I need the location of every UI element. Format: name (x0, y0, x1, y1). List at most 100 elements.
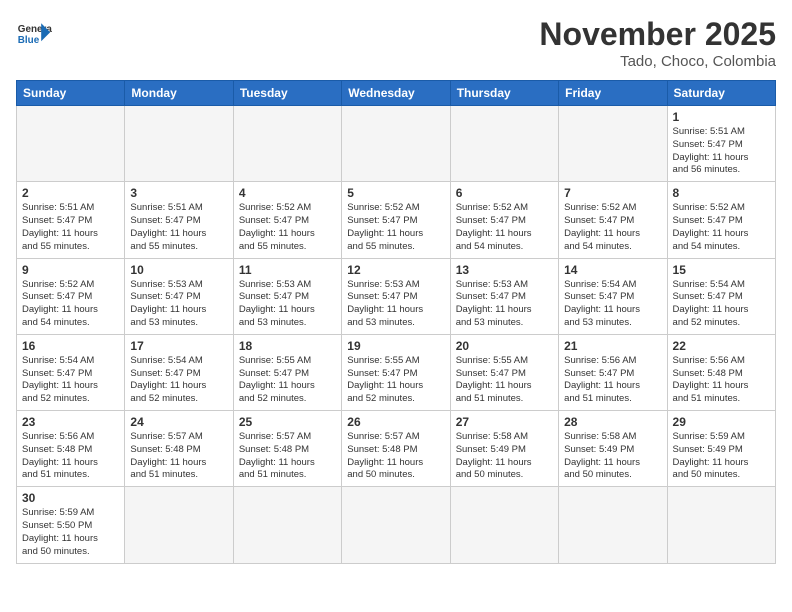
day-number: 29 (673, 415, 770, 429)
day-info: Sunrise: 5:52 AM Sunset: 5:47 PM Dayligh… (673, 202, 770, 253)
logo: General Blue (16, 16, 52, 52)
day-number: 15 (673, 263, 770, 277)
calendar-week-row: 9 Sunrise: 5:52 AM Sunset: 5:47 PM Daylig… (17, 258, 776, 334)
calendar-cell: 27 Sunrise: 5:58 AM Sunset: 5:49 PM Dayli… (450, 411, 558, 487)
calendar-cell: 14 Sunrise: 5:54 AM Sunset: 5:47 PM Dayli… (559, 258, 667, 334)
day-info: Sunrise: 5:52 AM Sunset: 5:47 PM Dayligh… (456, 202, 553, 253)
calendar-cell (125, 487, 233, 563)
calendar-week-row: 23 Sunrise: 5:56 AM Sunset: 5:48 PM Dayli… (17, 411, 776, 487)
calendar-cell (667, 487, 775, 563)
day-info: Sunrise: 5:51 AM Sunset: 5:47 PM Dayligh… (673, 126, 770, 177)
calendar-cell: 30Sunrise: 5:59 AM Sunset: 5:50 PM Dayli… (17, 487, 125, 563)
day-info: Sunrise: 5:54 AM Sunset: 5:47 PM Dayligh… (564, 279, 661, 330)
calendar-week-row: 16Sunrise: 5:54 AM Sunset: 5:47 PM Dayli… (17, 334, 776, 410)
day-info: Sunrise: 5:53 AM Sunset: 5:47 PM Dayligh… (239, 279, 336, 330)
day-info: Sunrise: 5:58 AM Sunset: 5:49 PM Dayligh… (456, 431, 553, 482)
weekday-header-monday: Monday (125, 81, 233, 106)
calendar-week-row: 30Sunrise: 5:59 AM Sunset: 5:50 PM Dayli… (17, 487, 776, 563)
weekday-header-tuesday: Tuesday (233, 81, 341, 106)
day-info: Sunrise: 5:53 AM Sunset: 5:47 PM Dayligh… (456, 279, 553, 330)
day-info: Sunrise: 5:56 AM Sunset: 5:47 PM Dayligh… (564, 355, 661, 406)
day-info: Sunrise: 5:52 AM Sunset: 5:47 PM Dayligh… (564, 202, 661, 253)
day-info: Sunrise: 5:52 AM Sunset: 5:47 PM Dayligh… (22, 279, 119, 330)
day-number: 14 (564, 263, 661, 277)
day-number: 18 (239, 339, 336, 353)
day-info: Sunrise: 5:59 AM Sunset: 5:50 PM Dayligh… (22, 507, 119, 558)
day-number: 27 (456, 415, 553, 429)
logo-icon: General Blue (16, 16, 52, 52)
calendar-cell: 16Sunrise: 5:54 AM Sunset: 5:47 PM Dayli… (17, 334, 125, 410)
calendar-cell (233, 106, 341, 182)
calendar-cell (342, 487, 450, 563)
calendar-cell: 12Sunrise: 5:53 AM Sunset: 5:47 PM Dayli… (342, 258, 450, 334)
month-title: November 2025 (539, 16, 776, 53)
calendar-cell: 13Sunrise: 5:53 AM Sunset: 5:47 PM Dayli… (450, 258, 558, 334)
day-number: 1 (673, 110, 770, 124)
calendar-cell: 28 Sunrise: 5:58 AM Sunset: 5:49 PM Dayli… (559, 411, 667, 487)
calendar-cell: 25 Sunrise: 5:57 AM Sunset: 5:48 PM Dayli… (233, 411, 341, 487)
calendar-cell: 17Sunrise: 5:54 AM Sunset: 5:47 PM Dayli… (125, 334, 233, 410)
day-number: 4 (239, 186, 336, 200)
day-info: Sunrise: 5:57 AM Sunset: 5:48 PM Dayligh… (347, 431, 444, 482)
day-number: 20 (456, 339, 553, 353)
calendar-cell: 22Sunrise: 5:56 AM Sunset: 5:48 PM Dayli… (667, 334, 775, 410)
day-info: Sunrise: 5:55 AM Sunset: 5:47 PM Dayligh… (239, 355, 336, 406)
day-number: 24 (130, 415, 227, 429)
calendar-cell (125, 106, 233, 182)
calendar-cell (559, 106, 667, 182)
calendar-cell (17, 106, 125, 182)
calendar-cell: 21 Sunrise: 5:56 AM Sunset: 5:47 PM Dayli… (559, 334, 667, 410)
calendar-cell (233, 487, 341, 563)
day-info: Sunrise: 5:52 AM Sunset: 5:47 PM Dayligh… (239, 202, 336, 253)
calendar-cell: 5Sunrise: 5:52 AM Sunset: 5:47 PM Daylig… (342, 182, 450, 258)
day-number: 22 (673, 339, 770, 353)
day-info: Sunrise: 5:51 AM Sunset: 5:47 PM Dayligh… (130, 202, 227, 253)
day-info: Sunrise: 5:59 AM Sunset: 5:49 PM Dayligh… (673, 431, 770, 482)
day-info: Sunrise: 5:54 AM Sunset: 5:47 PM Dayligh… (130, 355, 227, 406)
weekday-header-friday: Friday (559, 81, 667, 106)
calendar-cell: 2Sunrise: 5:51 AM Sunset: 5:47 PM Daylig… (17, 182, 125, 258)
calendar-cell (342, 106, 450, 182)
day-info: Sunrise: 5:54 AM Sunset: 5:47 PM Dayligh… (673, 279, 770, 330)
calendar-cell: 20Sunrise: 5:55 AM Sunset: 5:47 PM Dayli… (450, 334, 558, 410)
calendar-cell: 24 Sunrise: 5:57 AM Sunset: 5:48 PM Dayli… (125, 411, 233, 487)
day-info: Sunrise: 5:53 AM Sunset: 5:47 PM Dayligh… (130, 279, 227, 330)
calendar-cell: 10 Sunrise: 5:53 AM Sunset: 5:47 PM Dayli… (125, 258, 233, 334)
calendar-cell: 8 Sunrise: 5:52 AM Sunset: 5:47 PM Daylig… (667, 182, 775, 258)
day-number: 21 (564, 339, 661, 353)
day-number: 9 (22, 263, 119, 277)
day-number: 8 (673, 186, 770, 200)
day-info: Sunrise: 5:53 AM Sunset: 5:47 PM Dayligh… (347, 279, 444, 330)
page-header: General Blue November 2025 Tado, Choco, … (16, 16, 776, 70)
calendar-cell (450, 487, 558, 563)
calendar-cell: 7Sunrise: 5:52 AM Sunset: 5:47 PM Daylig… (559, 182, 667, 258)
day-info: Sunrise: 5:57 AM Sunset: 5:48 PM Dayligh… (130, 431, 227, 482)
day-number: 6 (456, 186, 553, 200)
day-info: Sunrise: 5:52 AM Sunset: 5:47 PM Dayligh… (347, 202, 444, 253)
day-number: 26 (347, 415, 444, 429)
calendar-cell: 29 Sunrise: 5:59 AM Sunset: 5:49 PM Dayli… (667, 411, 775, 487)
location: Tado, Choco, Colombia (539, 53, 776, 70)
calendar-table: SundayMondayTuesdayWednesdayThursdayFrid… (16, 80, 776, 564)
day-number: 11 (239, 263, 336, 277)
title-block: November 2025 Tado, Choco, Colombia (539, 16, 776, 70)
calendar-cell: 11 Sunrise: 5:53 AM Sunset: 5:47 PM Dayli… (233, 258, 341, 334)
day-number: 10 (130, 263, 227, 277)
calendar-cell: 26 Sunrise: 5:57 AM Sunset: 5:48 PM Dayli… (342, 411, 450, 487)
day-number: 2 (22, 186, 119, 200)
day-number: 23 (22, 415, 119, 429)
day-info: Sunrise: 5:58 AM Sunset: 5:49 PM Dayligh… (564, 431, 661, 482)
day-number: 28 (564, 415, 661, 429)
day-info: Sunrise: 5:54 AM Sunset: 5:47 PM Dayligh… (22, 355, 119, 406)
calendar-cell: 3Sunrise: 5:51 AM Sunset: 5:47 PM Daylig… (125, 182, 233, 258)
day-info: Sunrise: 5:56 AM Sunset: 5:48 PM Dayligh… (22, 431, 119, 482)
day-number: 25 (239, 415, 336, 429)
day-number: 19 (347, 339, 444, 353)
calendar-cell: 23 Sunrise: 5:56 AM Sunset: 5:48 PM Dayli… (17, 411, 125, 487)
weekday-header-sunday: Sunday (17, 81, 125, 106)
calendar-cell (559, 487, 667, 563)
calendar-cell: 6 Sunrise: 5:52 AM Sunset: 5:47 PM Daylig… (450, 182, 558, 258)
calendar-cell: 18 Sunrise: 5:55 AM Sunset: 5:47 PM Dayli… (233, 334, 341, 410)
weekday-header-thursday: Thursday (450, 81, 558, 106)
day-info: Sunrise: 5:57 AM Sunset: 5:48 PM Dayligh… (239, 431, 336, 482)
